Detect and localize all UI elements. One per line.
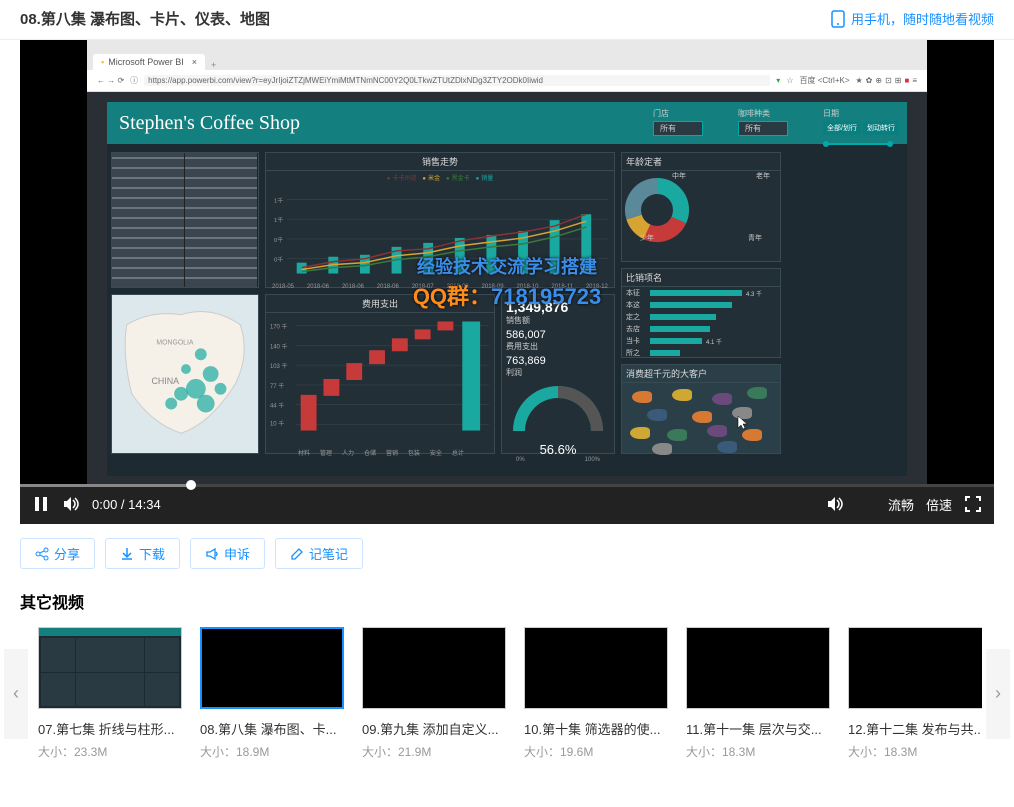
svg-text:103 千: 103 千 xyxy=(270,362,288,370)
thumb-title: 07.第七集 折线与柱形... xyxy=(38,719,182,738)
video-thumb[interactable]: 09.第九集 添加自定义... 大小：21.9M xyxy=(362,627,506,760)
browser-url-bar: ← → ⟳ ⓘ https://app.powerbi.com/view?r=e… xyxy=(87,70,927,92)
fullscreen-icon[interactable] xyxy=(964,495,982,513)
megaphone-icon xyxy=(205,547,219,561)
svg-text:MONGOLIA: MONGOLIA xyxy=(156,339,194,346)
report-button[interactable]: 申诉 xyxy=(190,538,265,569)
mobile-watch-link[interactable]: 用手机，随时随地看视频 xyxy=(831,9,994,28)
share-button[interactable]: 分享 xyxy=(20,538,95,569)
download-icon xyxy=(120,547,134,561)
cursor-icon xyxy=(737,415,749,431)
svg-text:44 千: 44 千 xyxy=(270,402,284,410)
pencil-icon xyxy=(290,547,304,561)
phone-icon xyxy=(831,10,845,28)
carousel-prev-button[interactable]: ‹ xyxy=(4,649,28,739)
svg-text:10 千: 10 千 xyxy=(270,420,284,428)
video-carousel: ‹ 07.第七集 折线与柱形... 大小：23.3M 08.第八集 瀑布图、卡...… xyxy=(0,627,1014,760)
hbar-row: 所之 xyxy=(622,347,780,359)
hbar-row: 本征4.3 千 xyxy=(622,287,780,299)
action-bar: 分享 下载 申诉 记笔记 xyxy=(0,524,1014,583)
download-button[interactable]: 下载 xyxy=(105,538,180,569)
svg-text:0千: 0千 xyxy=(274,256,283,264)
svg-text:1千: 1千 xyxy=(274,196,283,204)
panel-fish-chart: 消费超千元的大客户 xyxy=(621,364,781,454)
page-header: 08.第八集 瀑布图、卡片、仪表、地图 用手机，随时随地看视频 xyxy=(0,0,1014,40)
volume-icon[interactable] xyxy=(62,495,80,513)
panel-waterfall-chart: 费用支出 170 千140 千103 千77 千44 千10 千 材料管理人力仓… xyxy=(265,294,495,454)
share-icon xyxy=(35,547,49,561)
panel-photo xyxy=(111,152,259,288)
panel-donut-chart: 年龄定者 中年 老年 少年 青年 xyxy=(621,152,781,262)
video-thumb[interactable]: 10.第十集 筛选器的使... 大小：19.6M xyxy=(524,627,668,760)
browser-tab-bar: ▪Microsoft Power BI× + xyxy=(87,40,927,70)
thumb-size: 大小：18.3M xyxy=(848,743,982,760)
hbar-row: 去店 xyxy=(622,323,780,335)
panel-hbar-chart: 比销项名 本征4.3 千本这定之去店当卡4.1 千所之 xyxy=(621,268,781,358)
thumb-title: 10.第十集 筛选器的使... xyxy=(524,719,668,738)
thumb-title: 08.第八集 瀑布图、卡... xyxy=(200,719,344,738)
video-thumb[interactable]: 08.第八集 瀑布图、卡... 大小：18.9M xyxy=(200,627,344,760)
svg-text:170 千: 170 千 xyxy=(270,322,288,330)
thumb-title: 11.第十一集 层次与交... xyxy=(686,719,830,738)
video-player: ▪Microsoft Power BI× + ← → ⟳ ⓘ https://a… xyxy=(20,40,994,524)
panel-map: MONGOLIA CHINA xyxy=(111,294,259,454)
dashboard-filters: 门店所有 咖啡种类所有 日期全部/划行划动转行 xyxy=(653,108,899,145)
panel-gauge: 1,349,876 销售额 586,007 费用支出 763,869 利润 56… xyxy=(501,294,615,454)
video-content[interactable]: ▪Microsoft Power BI× + ← → ⟳ ⓘ https://a… xyxy=(87,40,927,524)
time-display: 0:00 / 14:34 xyxy=(92,497,161,512)
video-thumb[interactable]: 07.第七集 折线与柱形... 大小：23.3M xyxy=(38,627,182,760)
thumb-size: 大小：18.3M xyxy=(686,743,830,760)
thumb-size: 大小：19.6M xyxy=(524,743,668,760)
quality-button[interactable]: 流畅 xyxy=(888,495,914,514)
hbar-row: 定之 xyxy=(622,311,780,323)
svg-text:140 千: 140 千 xyxy=(270,342,288,350)
svg-text:77 千: 77 千 xyxy=(270,382,284,390)
hbar-row: 本这 xyxy=(622,299,780,311)
page-title: 08.第八集 瀑布图、卡片、仪表、地图 xyxy=(20,8,270,29)
other-videos-title: 其它视频 xyxy=(0,583,1014,627)
video-thumb[interactable]: 12.第十二集 发布与共... 大小：18.3M xyxy=(848,627,982,760)
note-button[interactable]: 记笔记 xyxy=(275,538,363,569)
pause-icon[interactable] xyxy=(32,495,50,513)
svg-text:CHINA: CHINA xyxy=(151,376,179,386)
progress-bar[interactable] xyxy=(20,484,994,487)
thumb-size: 大小：23.3M xyxy=(38,743,182,760)
thumb-size: 大小：18.9M xyxy=(200,743,344,760)
thumb-title: 09.第九集 添加自定义... xyxy=(362,719,506,738)
volume-icon-2[interactable] xyxy=(826,495,844,513)
video-thumb[interactable]: 11.第十一集 层次与交... 大小：18.3M xyxy=(686,627,830,760)
hbar-row: 当卡4.1 千 xyxy=(622,335,780,347)
carousel-next-button[interactable]: › xyxy=(986,649,1010,739)
svg-text:0千: 0千 xyxy=(274,236,283,244)
svg-text:1千: 1千 xyxy=(274,216,283,224)
watermark-overlay: 经验技术交流学习搭建 QQ群：718195723 xyxy=(413,253,601,311)
video-controls: 0:00 / 14:34 流畅 倍速 xyxy=(20,484,994,524)
thumb-size: 大小：21.9M xyxy=(362,743,506,760)
speed-button[interactable]: 倍速 xyxy=(926,495,952,514)
thumb-title: 12.第十二集 发布与共... xyxy=(848,719,982,738)
